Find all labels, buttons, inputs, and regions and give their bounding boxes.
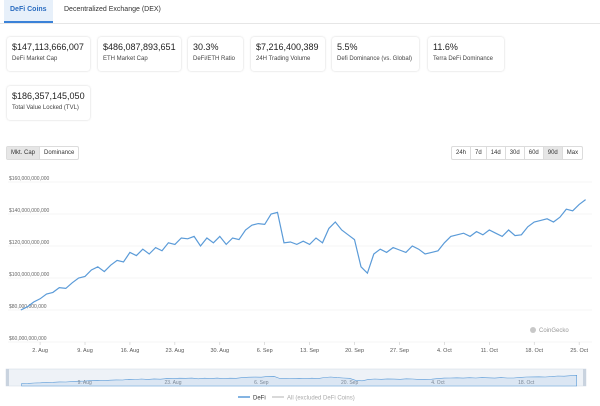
y-tick-label: $140,000,000,000 (9, 208, 50, 214)
legend-item-all-excluded-defi[interactable]: All (excluded DeFi Coins) (272, 396, 355, 402)
navigator-label: 23. Aug (165, 380, 182, 386)
x-axis: 2. Aug 9. Aug 16. Aug 23. Aug 30. Aug 6. Sep 1… (32, 342, 588, 354)
chart-legend: DeFi All (excluded DeFi Coins) (238, 396, 355, 402)
watermark-text: CoinGecko (539, 328, 569, 334)
chart-gridlines (8, 181, 592, 343)
x-tick-label: 13. Sep (300, 348, 319, 354)
x-tick-label: 25. Oct (570, 348, 588, 354)
x-tick-label: 6. Sep (257, 348, 273, 354)
x-tick-label: 4. Oct (437, 348, 452, 354)
y-tick-label: $100,000,000,000 (9, 272, 50, 278)
navigator-label: 18. Oct (518, 380, 535, 386)
chart-navigator[interactable]: 9. Aug 23. Aug 6. Sep 20. Sep 4. Oct 18. Oct (5, 368, 587, 387)
navigator-left-handle[interactable] (6, 369, 9, 386)
series-line-defi (20, 199, 586, 311)
market-cap-chart: $160,000,000,000 $140,000,000,000 $120,000… (5, 176, 592, 402)
legend-item-defi[interactable]: DeFi (238, 396, 266, 402)
x-tick-label: 2. Aug (32, 348, 48, 354)
chart-watermark: CoinGecko (530, 327, 569, 334)
navigator-label: 20. Sep (341, 380, 358, 386)
x-tick-label: 18. Oct (525, 348, 543, 354)
x-tick-label: 9. Aug (77, 348, 93, 354)
navigator-right-handle[interactable] (583, 369, 586, 386)
x-tick-label: 16. Aug (121, 348, 140, 354)
y-tick-label: $60,000,000,000 (9, 336, 47, 342)
legend-label: DeFi (253, 396, 266, 402)
navigator-label: 6. Sep (254, 380, 269, 386)
y-axis: $160,000,000,000 $140,000,000,000 $120,000… (9, 176, 50, 342)
x-tick-label: 27. Sep (390, 348, 409, 354)
x-tick-label: 23. Aug (166, 348, 185, 354)
y-tick-label: $160,000,000,000 (9, 176, 50, 182)
navigator-label: 4. Oct (431, 380, 445, 386)
legend-label: All (excluded DeFi Coins) (287, 396, 355, 402)
navigator-label: 9. Aug (78, 380, 92, 386)
x-tick-label: 11. Oct (481, 348, 499, 354)
x-tick-label: 20. Sep (345, 348, 364, 354)
x-tick-label: 30. Aug (210, 348, 229, 354)
y-tick-label: $120,000,000,000 (9, 240, 50, 246)
